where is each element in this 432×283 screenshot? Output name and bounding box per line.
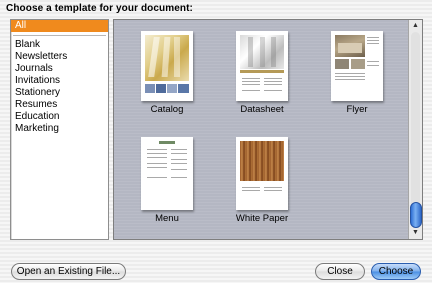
template-scrollbar[interactable]: ▲ ▼ bbox=[408, 20, 422, 239]
scroll-up-icon[interactable]: ▲ bbox=[409, 20, 422, 32]
category-item-blank[interactable]: Blank bbox=[11, 39, 108, 51]
catalog-thumbnail[interactable] bbox=[141, 31, 193, 101]
category-divider bbox=[13, 35, 106, 36]
template-catalog[interactable]: Catalog bbox=[132, 31, 202, 115]
dialog-heading: Choose a template for your document: bbox=[6, 3, 193, 14]
scroll-down-icon[interactable]: ▼ bbox=[409, 227, 422, 239]
category-list[interactable]: All Blank Newsletters Journals Invitatio… bbox=[10, 19, 109, 240]
template-label-menu: Menu bbox=[155, 213, 179, 224]
category-item-invitations[interactable]: Invitations bbox=[11, 75, 108, 87]
category-item-newsletters[interactable]: Newsletters bbox=[11, 51, 108, 63]
category-item-resumes[interactable]: Resumes bbox=[11, 99, 108, 111]
template-label-white-paper: White Paper bbox=[235, 213, 289, 224]
flyer-thumbnail[interactable] bbox=[331, 31, 383, 101]
template-datasheet[interactable]: Datasheet bbox=[227, 31, 297, 115]
template-flyer[interactable]: Flyer bbox=[322, 31, 392, 115]
category-item-stationery[interactable]: Stationery bbox=[11, 87, 108, 99]
choose-button[interactable]: Choose bbox=[371, 263, 421, 280]
template-label-datasheet: Datasheet bbox=[240, 104, 284, 115]
category-item-education[interactable]: Education bbox=[11, 111, 108, 123]
category-item-journals[interactable]: Journals bbox=[11, 63, 108, 75]
white-paper-thumbnail[interactable] bbox=[236, 137, 288, 210]
category-item-all[interactable]: All bbox=[11, 20, 108, 32]
template-label-flyer: Flyer bbox=[346, 104, 368, 115]
template-white-paper[interactable]: White Paper bbox=[227, 137, 297, 224]
scroll-track[interactable] bbox=[411, 32, 420, 227]
category-item-marketing[interactable]: Marketing bbox=[11, 123, 108, 135]
template-preview-pane[interactable]: Catalog Datasheet Flyer Menu White Paper… bbox=[113, 19, 423, 240]
open-existing-file-button[interactable]: Open an Existing File... bbox=[11, 263, 126, 280]
close-button[interactable]: Close bbox=[315, 263, 365, 280]
scroll-thumb[interactable] bbox=[410, 202, 422, 228]
template-label-catalog: Catalog bbox=[150, 104, 184, 115]
datasheet-thumbnail[interactable] bbox=[236, 31, 288, 101]
menu-thumbnail[interactable] bbox=[141, 137, 193, 210]
template-menu[interactable]: Menu bbox=[132, 137, 202, 224]
